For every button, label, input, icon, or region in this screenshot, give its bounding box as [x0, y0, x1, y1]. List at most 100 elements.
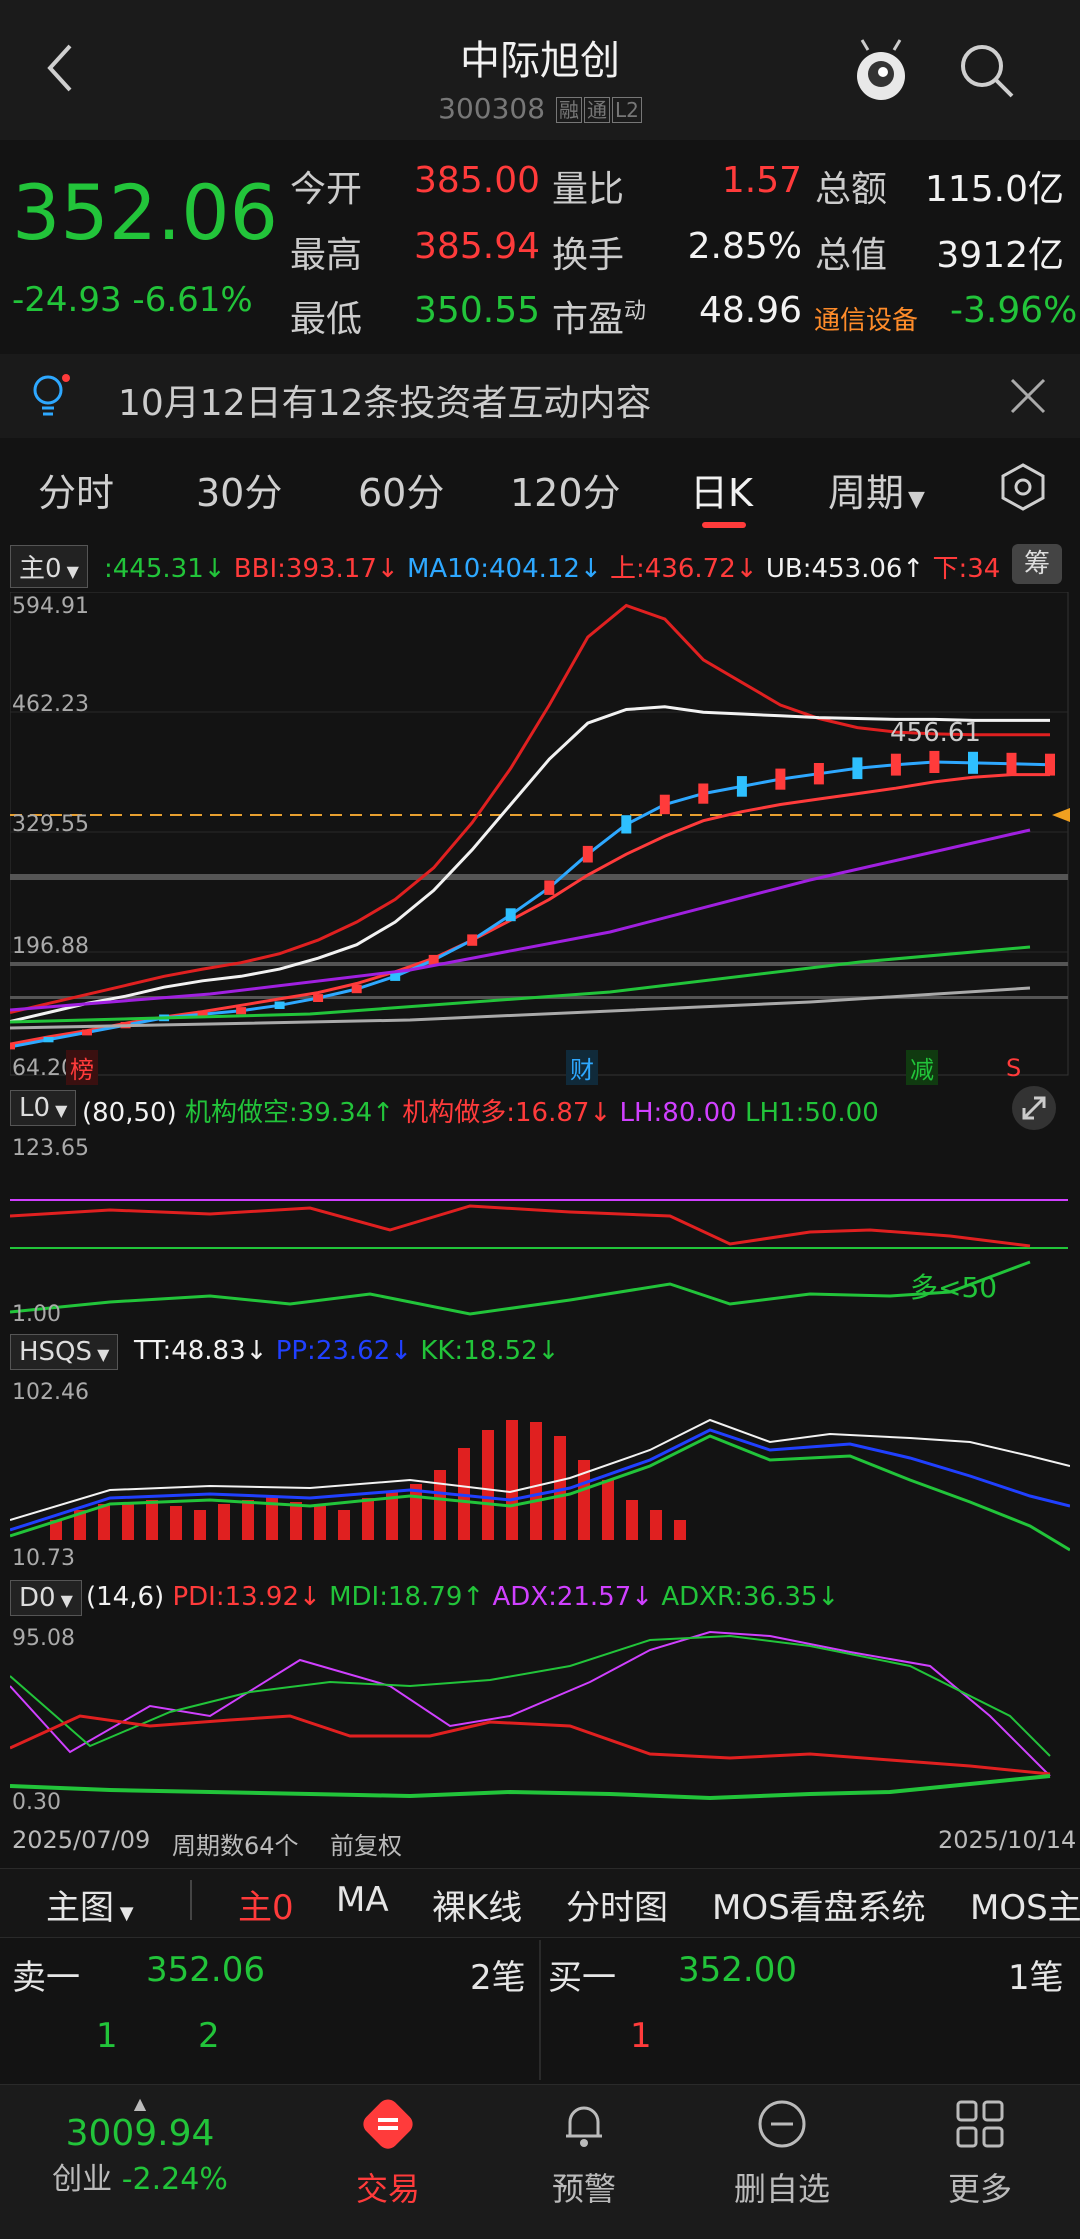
- notice-text: 10月12日有12条投资者互动内容: [118, 383, 652, 424]
- bell-icon: [566, 2106, 602, 2147]
- change-amount: -24.93: [12, 280, 122, 320]
- main-kline-chart[interactable]: [10, 592, 1070, 1077]
- main-indicator-selector[interactable]: 主0 ▼: [10, 545, 88, 588]
- main-chart-dropdown[interactable]: 主图 ▼: [46, 1880, 134, 1929]
- main-y-label-2: 329.55: [12, 812, 89, 837]
- d0-selector[interactable]: D0 ▼: [10, 1580, 82, 1616]
- trade-icon: [363, 2099, 413, 2149]
- hsqs-bar: [362, 1498, 374, 1540]
- subtab-divider: [190, 1880, 192, 1920]
- buy1-label: 买一: [548, 1958, 616, 1998]
- robot-assistant-icon[interactable]: [850, 38, 912, 104]
- index-widget[interactable]: ▲ 3009.94 创业 -2.24%: [0, 2094, 280, 2198]
- nav-trade-label: 交易: [355, 2170, 420, 2208]
- quote-value-low: 350.55: [414, 290, 540, 331]
- candle: [544, 880, 555, 895]
- tag-rong: 融: [555, 97, 582, 123]
- l0-indicator-values: (80,50) 机构做空:39.34↑ 机构做多:16.87↓ LH:80.00…: [82, 1092, 879, 1129]
- nav-more[interactable]: 更多: [872, 2096, 1080, 2210]
- quote-label-high: 最高: [290, 235, 363, 276]
- hsqs-bar: [218, 1504, 230, 1540]
- hsqs-bar: [98, 1504, 110, 1540]
- tab-daily-k[interactable]: 日K: [690, 462, 753, 517]
- tab-period-label: 周期: [828, 471, 905, 515]
- candle: [274, 1001, 285, 1009]
- ind-d0-0: PDI:13.92↓: [172, 1582, 321, 1612]
- candle: [582, 845, 593, 863]
- last-price-label: 456.61: [890, 718, 981, 748]
- marker-bang[interactable]: 榜: [66, 1050, 98, 1085]
- sector-link[interactable]: 通信设备: [814, 300, 918, 337]
- close-icon[interactable]: [1008, 376, 1048, 416]
- search-icon[interactable]: [956, 40, 1016, 100]
- nav-alert[interactable]: 预警: [476, 2096, 692, 2210]
- subtab-mos-main[interactable]: MOS主: [970, 1880, 1080, 1929]
- ind-main-2: MA10:404.12↓: [406, 554, 602, 584]
- chevron-down-icon: ▼: [114, 1903, 134, 1924]
- last-price: 352.06: [12, 168, 278, 257]
- l0-selector[interactable]: L0 ▼: [10, 1090, 77, 1126]
- notice-bar[interactable]: 10月12日有12条投资者互动内容: [0, 354, 1080, 438]
- ind-hsqs-0: TT:48.83↓: [134, 1336, 268, 1366]
- candle: [890, 753, 901, 776]
- subtab-ma[interactable]: MA: [336, 1880, 389, 1920]
- tab-120min[interactable]: 120分: [510, 462, 621, 517]
- nav-remove-watchlist-label: 删自选: [733, 2170, 830, 2208]
- adjust-mode[interactable]: 前复权: [330, 1826, 402, 1861]
- candle: [775, 768, 786, 790]
- quote-label-low: 最低: [290, 299, 363, 340]
- quote-label-volratio: 量比: [552, 169, 625, 210]
- stock-title: 中际旭创: [460, 38, 620, 84]
- subtab-intraday-chart[interactable]: 分时图: [566, 1880, 668, 1929]
- hsqs-chart[interactable]: [10, 1380, 1070, 1570]
- stock-code-row: 300308 融通 L2: [0, 92, 1080, 125]
- tab-active-underline: [702, 522, 746, 528]
- candle: [698, 783, 709, 804]
- quote-value-marketcap: 3912亿: [936, 235, 1064, 276]
- ind-l0-3: LH1:50.00: [745, 1098, 879, 1128]
- hsqs-bar: [434, 1470, 446, 1540]
- candle: [621, 815, 632, 834]
- d0-chart[interactable]: [10, 1626, 1070, 1816]
- marker-cai[interactable]: 财: [566, 1050, 598, 1085]
- candle: [82, 1029, 92, 1036]
- tab-intraday[interactable]: 分时: [38, 462, 114, 517]
- tab-period[interactable]: 周期 ▼: [828, 462, 925, 517]
- index-value: 3009.94: [65, 2113, 215, 2154]
- marker-s[interactable]: S: [1006, 1054, 1021, 1082]
- candle: [505, 908, 516, 922]
- candle: [313, 994, 324, 1002]
- hsqs-bar: [506, 1420, 518, 1540]
- d0-params: (14,6): [86, 1582, 165, 1612]
- candle: [1006, 752, 1017, 775]
- expand-icon[interactable]: [1012, 1086, 1056, 1130]
- tab-30min[interactable]: 30分: [196, 462, 282, 517]
- buy1-count: 1笔: [1008, 1958, 1064, 1998]
- subtab-main0[interactable]: 主0: [238, 1880, 294, 1929]
- hsqs-selector[interactable]: HSQS ▼: [10, 1334, 119, 1370]
- candle: [10, 1044, 15, 1050]
- chevron-down-icon: ▼: [92, 1345, 110, 1364]
- hsqs-bar: [530, 1422, 542, 1540]
- candle: [236, 1007, 247, 1015]
- candle: [467, 934, 478, 946]
- quote-label-open: 今开: [290, 169, 363, 210]
- subtab-mos-system[interactable]: MOS看盘系统: [712, 1880, 926, 1929]
- tab-60min[interactable]: 60分: [358, 462, 444, 517]
- hsqs-indicator-values: TT:48.83↓ PP:23.62↓ KK:18.52↓: [134, 1336, 559, 1366]
- nav-trade[interactable]: 交易: [280, 2096, 496, 2210]
- marker-jian[interactable]: 减: [906, 1050, 938, 1085]
- hsqs-y-label-0: 102.46: [12, 1380, 89, 1405]
- hsqs-y-label-1: 10.73: [12, 1546, 75, 1571]
- ind-d0-3: ADXR:36.35↓: [661, 1582, 840, 1612]
- series-line-2: [10, 603, 1050, 1014]
- nav-remove-watchlist[interactable]: 删自选: [674, 2096, 890, 2210]
- ind-d0-2: ADX:21.57↓: [492, 1582, 654, 1612]
- settings-hexagon-icon[interactable]: [998, 462, 1048, 512]
- chip-distribution-button[interactable]: 筹: [1012, 544, 1062, 584]
- ind-hsqs-2: KK:18.52↓: [420, 1336, 560, 1366]
- tag-tong: 通: [583, 97, 610, 123]
- quote-panel: 352.06 -24.93 -6.61% 今开 385.00 量比 1.57 总…: [0, 140, 1080, 352]
- quote-label-marketcap: 总值: [815, 235, 888, 276]
- subtab-naked-k[interactable]: 裸K线: [432, 1880, 522, 1929]
